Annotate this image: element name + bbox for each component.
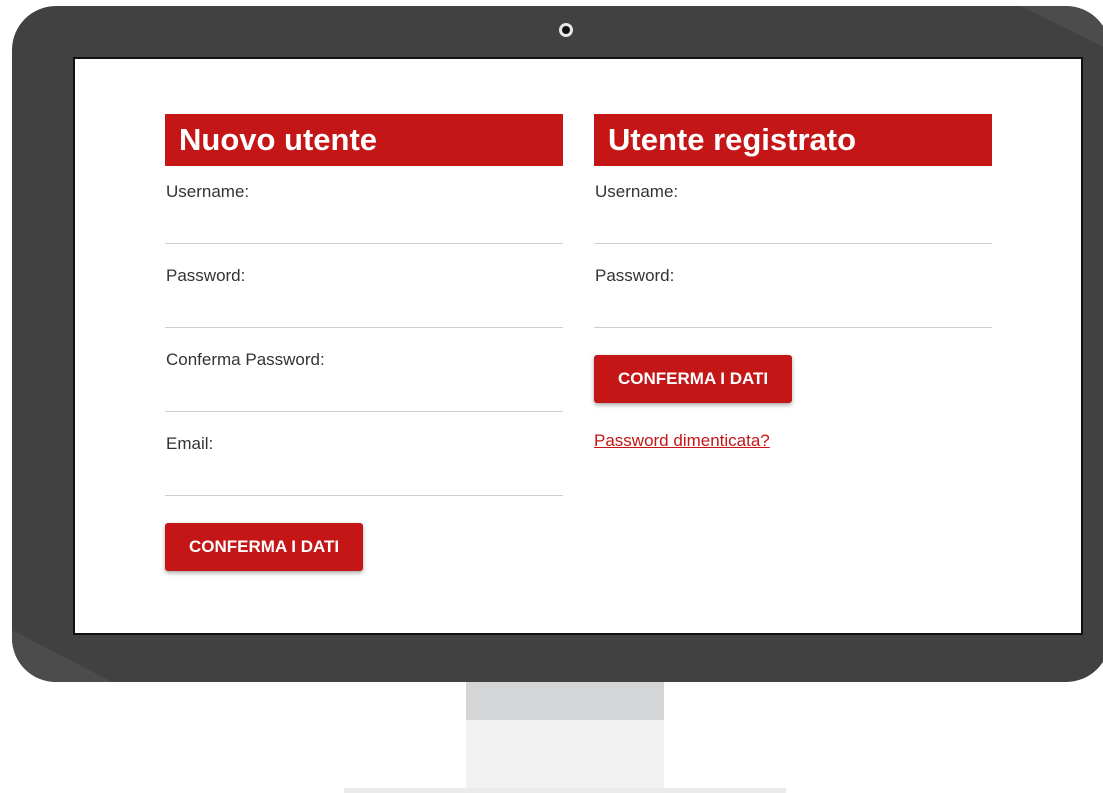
email-input[interactable] bbox=[165, 458, 563, 496]
login-username-input[interactable] bbox=[594, 206, 992, 244]
login-username-field: Username: bbox=[594, 166, 992, 250]
email-label: Email: bbox=[166, 434, 214, 453]
login-password-input[interactable] bbox=[594, 290, 992, 328]
new-password-field: Password: bbox=[165, 250, 563, 334]
new-password-input[interactable] bbox=[165, 290, 563, 328]
webcam-icon bbox=[559, 23, 573, 37]
new-user-submit-button[interactable]: CONFERMA I DATI bbox=[165, 523, 364, 571]
monitor-stand bbox=[466, 720, 664, 788]
registered-user-title: Utente registrato bbox=[594, 114, 992, 166]
new-password-label: Password: bbox=[166, 266, 246, 285]
screen: Nuovo utente Username: Password: Conferm… bbox=[73, 57, 1083, 635]
login-username-label: Username: bbox=[595, 182, 679, 201]
monitor-stand-base bbox=[344, 788, 786, 793]
confirm-password-input[interactable] bbox=[165, 374, 563, 412]
monitor-stand-neck bbox=[466, 682, 664, 720]
new-username-input[interactable] bbox=[165, 206, 563, 244]
new-user-panel: Nuovo utente Username: Password: Conferm… bbox=[165, 114, 563, 571]
login-submit-button[interactable]: CONFERMA I DATI bbox=[594, 355, 793, 403]
registered-user-panel: Utente registrato Username: Password: CO… bbox=[594, 114, 992, 451]
login-password-label: Password: bbox=[595, 266, 675, 285]
email-field: Email: bbox=[165, 418, 563, 502]
forgot-password-link[interactable]: Password dimenticata? bbox=[594, 431, 770, 451]
new-username-field: Username: bbox=[165, 166, 563, 250]
confirm-password-label: Conferma Password: bbox=[166, 350, 325, 369]
login-password-field: Password: bbox=[594, 250, 992, 334]
new-user-title: Nuovo utente bbox=[165, 114, 563, 166]
new-username-label: Username: bbox=[166, 182, 250, 201]
monitor-frame: Nuovo utente Username: Password: Conferm… bbox=[12, 6, 1103, 682]
confirm-password-field: Conferma Password: bbox=[165, 334, 563, 418]
frame-highlight bbox=[12, 630, 112, 682]
frame-highlight bbox=[1020, 6, 1103, 50]
